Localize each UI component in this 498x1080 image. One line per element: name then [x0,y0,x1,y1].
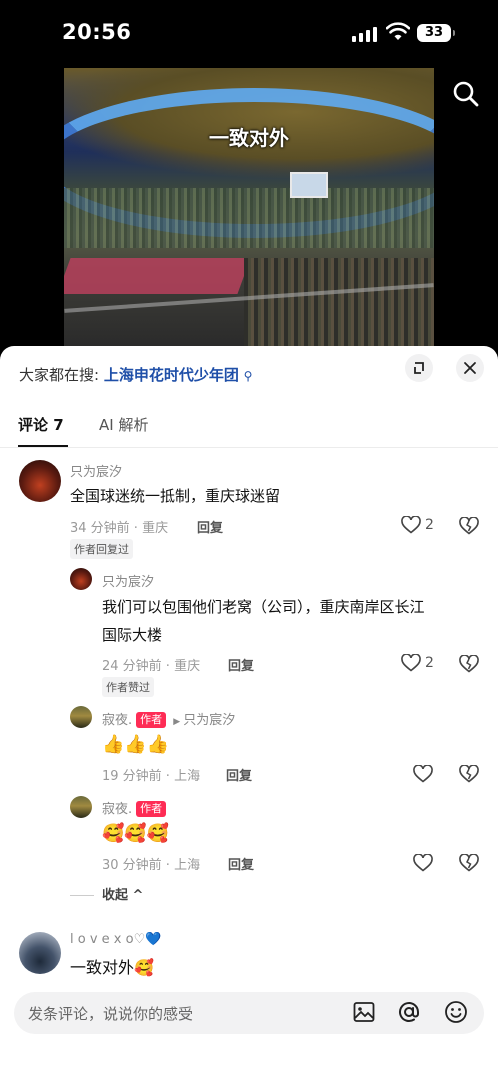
status-time: 20:56 [62,20,132,44]
author-badge: 作者 [136,801,167,817]
avatar[interactable] [70,706,92,728]
tab-bar: 评论 7 AI 解析 [0,408,498,448]
collapse-replies-button[interactable]: 收起 ^ [70,884,143,903]
comment-text: 一致对外🥰 [70,958,154,977]
video-crowd [64,188,434,248]
divider-line [70,895,94,896]
author-replied-tag: 作者回复过 [70,539,133,559]
reply-arrow-icon: ▶ [173,717,181,727]
avatar[interactable] [70,568,92,590]
status-bar: 20:56 33 [0,0,498,66]
heart-icon [401,654,421,672]
comment-meta: 30 分钟前 · 上海 [102,858,201,873]
hot-search[interactable]: 大家都在搜: 上海申花时代少年团 ⚲ [19,364,252,385]
battery-icon: 33 [417,24,455,42]
comment-text: 👍👍👍 [102,734,170,755]
comment-username[interactable]: 只为宸汐 [102,571,154,590]
comment-username[interactable]: 寂夜. 作者 [102,798,167,817]
like-count: 2 [425,517,434,533]
close-icon [464,362,476,374]
comment-input[interactable]: 发条评论，说说你的感受 [28,1003,193,1024]
wifi-icon [386,22,410,40]
video-caption: 一致对外 [209,126,289,150]
dislike-icon[interactable] [459,854,479,872]
hot-search-label: 大家都在搜: [19,366,100,384]
reply-button[interactable]: 回复 [228,854,254,873]
video-big-screen [290,172,328,198]
search-small-icon: ⚲ [243,369,253,383]
comment-meta: 34 分钟前 · 重庆 [70,521,169,536]
comment-text-line1: 我们可以包围他们老窝（公司），重庆南岸区长江 [102,598,425,616]
username-text: 寂夜. [102,713,133,728]
video-crowd-near [244,258,434,348]
avatar[interactable] [19,932,61,974]
heart-icon [401,516,421,534]
tab-comments[interactable]: 评论 7 [18,414,68,447]
chevron-up-icon: ^ [128,888,144,903]
avatar[interactable] [70,796,92,818]
author-liked-tag: 作者赞过 [102,677,154,697]
signal-icon [352,24,377,42]
image-icon[interactable] [352,1000,376,1024]
avatar[interactable] [19,460,61,502]
reply-target[interactable]: 只为宸汐 [183,713,235,728]
dislike-icon[interactable] [459,517,479,535]
comment-username[interactable]: 只为宸汐 [70,461,122,480]
close-button[interactable] [456,354,484,382]
comment-input-bar[interactable]: 发条评论，说说你的感受 [14,992,484,1034]
search-icon[interactable] [452,80,480,108]
comment-meta: 24 分钟前 · 重庆 [102,659,201,674]
emoji-icon[interactable] [444,1000,468,1024]
reply-button[interactable]: 回复 [226,765,252,784]
comment-text-line2: 国际大楼 [102,626,163,644]
dislike-icon[interactable] [459,765,479,783]
hot-search-link[interactable]: 上海申花时代少年团 [104,366,239,384]
collapse-label: 收起 [102,888,129,903]
reply-button[interactable]: 回复 [197,517,223,536]
mention-icon[interactable] [397,1000,421,1024]
expand-button[interactable] [405,354,433,382]
video-player[interactable]: 一致对外 [64,68,434,348]
video-pitch [64,258,251,294]
username-text: 寂夜. [102,802,133,817]
comment-meta: 19 分钟前 · 上海 [102,769,201,784]
comment-username[interactable]: 寂夜. 作者 ▶ 只为宸汐 [102,709,235,728]
like-button[interactable]: 2 [401,516,434,534]
tab-ai-analysis[interactable]: AI 解析 [99,414,148,435]
like-button[interactable]: 2 [401,654,434,672]
like-count: 2 [425,655,434,671]
heart-icon[interactable] [413,765,433,783]
comment-text: 全国球迷统一抵制，重庆球迷留 [70,487,281,505]
heart-icon[interactable] [413,854,433,872]
expand-icon [414,362,424,374]
comment-username[interactable]: l o v e x o♡💙 [70,932,161,947]
comment-sheet: 大家都在搜: 上海申花时代少年团 ⚲ 评论 7 AI 解析 只为宸汐 全国球迷统… [0,346,498,1080]
dislike-icon[interactable] [459,655,479,673]
comment-text: 🥰🥰🥰 [102,823,170,844]
author-badge: 作者 [136,712,167,728]
reply-button[interactable]: 回复 [228,655,254,674]
